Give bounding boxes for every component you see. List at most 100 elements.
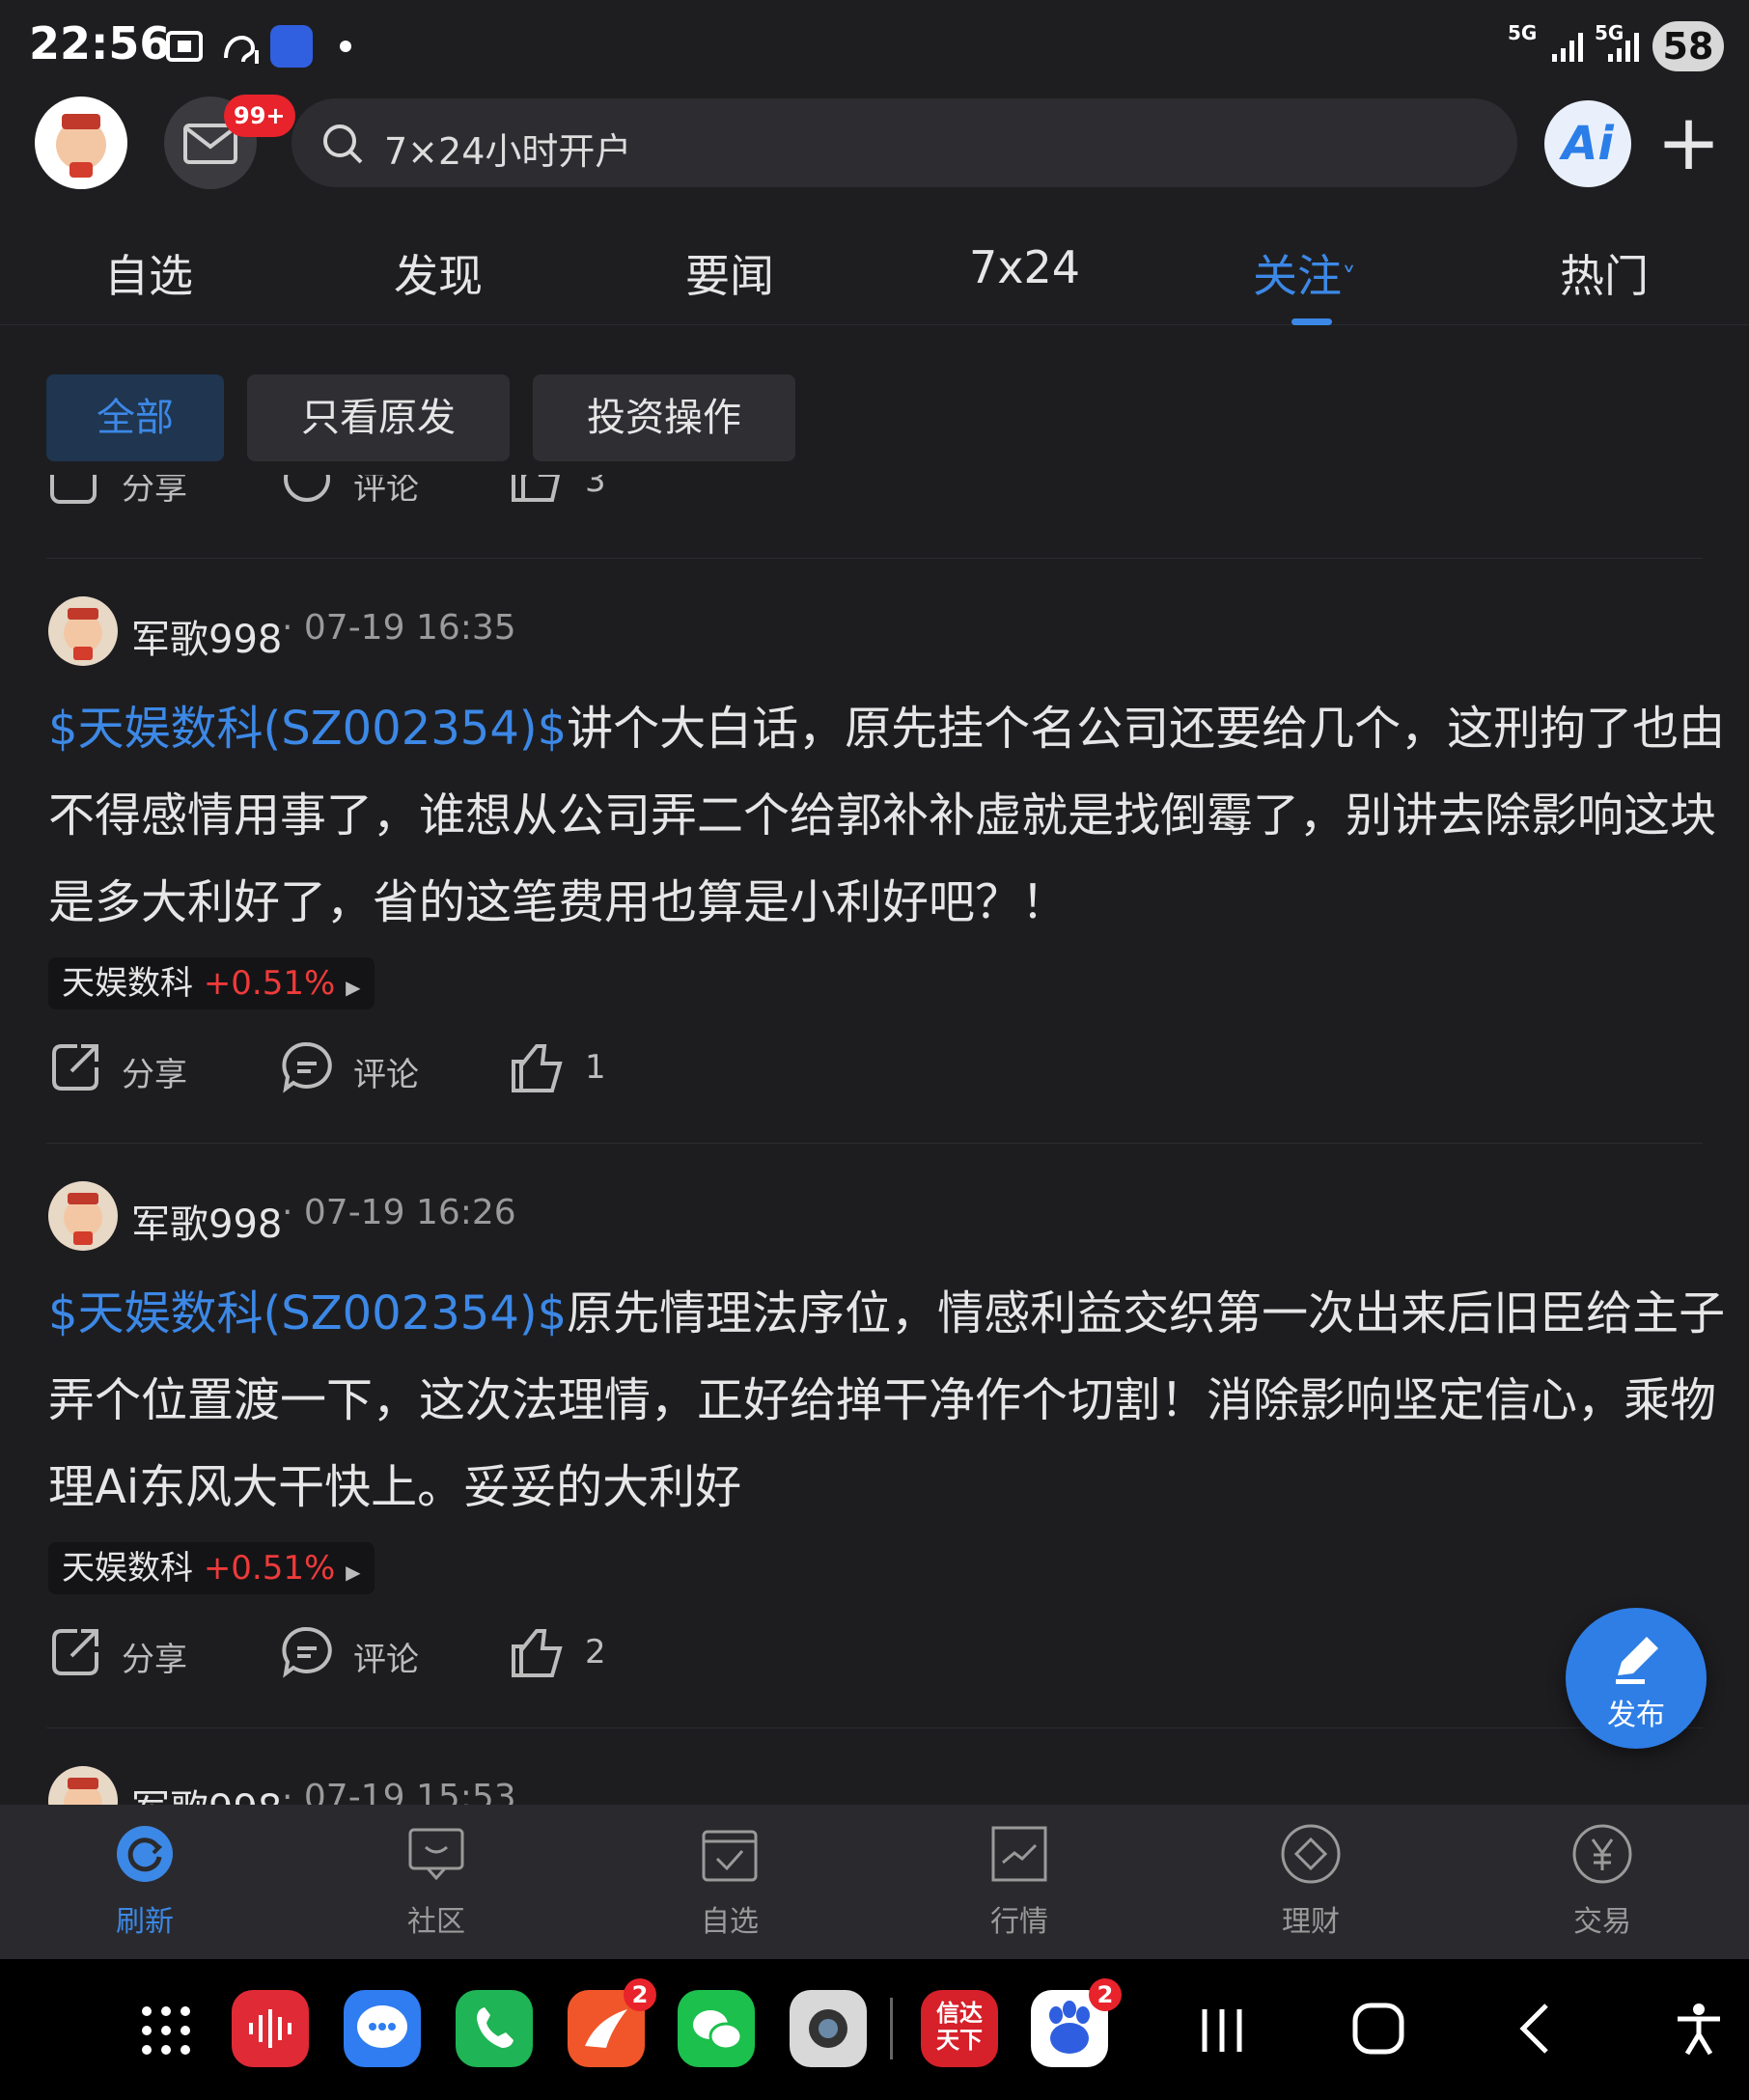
cinda-securities-app-icon[interactable]: 信达 天下 [921, 1990, 998, 2067]
refresh-icon [117, 1826, 173, 1882]
nav-trade[interactable]: 交易 [1525, 1824, 1680, 1940]
post-card[interactable]: 军歌998 · 07-19 16:26 $天娱数科(SZ002354)$原先情理… [0, 1143, 1749, 1727]
tab-following-label: 关注 [1253, 250, 1342, 302]
share-icon[interactable] [48, 1625, 102, 1679]
share-label[interactable]: 分享 [122, 1048, 187, 1095]
wechat-app-icon[interactable] [678, 1990, 755, 2067]
tab-following[interactable]: 关注˅ [1253, 241, 1356, 305]
caret-right-icon: ▶ [346, 1561, 361, 1584]
search-placeholder: 7×24小时开户 [384, 130, 632, 173]
comment-icon[interactable] [280, 1040, 334, 1094]
yen-icon [1572, 1824, 1632, 1884]
add-button[interactable]: + [1656, 104, 1721, 181]
filter-all[interactable]: 全部 [46, 374, 224, 461]
network-type-1: 5G [1508, 21, 1538, 44]
stock-tag-name: 天娱数科 [62, 1549, 193, 1588]
chat-bubble-icon [408, 1828, 464, 1881]
search-bar[interactable]: 7×24小时开户 [292, 98, 1517, 187]
like-count: 1 [585, 1048, 606, 1087]
comment-label[interactable]: 评论 [353, 1633, 419, 1680]
stock-link[interactable]: $天娱数科(SZ002354)$ [48, 1286, 567, 1340]
nav-community[interactable]: 社区 [359, 1824, 514, 1940]
tab-discover[interactable]: 发现 [394, 241, 483, 305]
comment-label[interactable]: 评论 [353, 1048, 419, 1095]
messages-badge: 99+ [224, 95, 295, 137]
post-time: · 07-19 15:53 [282, 1778, 516, 1805]
voice-recorder-app-icon[interactable] [232, 1990, 309, 2067]
nav-market-label: 行情 [990, 1905, 1048, 1939]
post-card[interactable]: 军歌998 · 07-19 16:35 $天娱数科(SZ002354)$讲个大白… [0, 558, 1749, 1143]
stock-tag[interactable]: 天娱数科 +0.51% ▶ [48, 957, 375, 1009]
author-name[interactable]: 军歌998 [131, 608, 282, 664]
messages-app-icon[interactable] [344, 1990, 421, 2067]
nav-wealth[interactable]: 理财 [1234, 1824, 1388, 1940]
ai-assistant-button[interactable]: Ai [1544, 100, 1631, 187]
hearing-icon [224, 36, 259, 64]
tab-news[interactable]: 要闻 [685, 241, 774, 305]
comment-icon[interactable] [280, 475, 332, 506]
bottom-nav [0, 1805, 1749, 1959]
nav-wealth-label: 理财 [1282, 1905, 1340, 1939]
tab-watchlist[interactable]: 自选 [104, 241, 193, 305]
filter-investment-ops[interactable]: 投资操作 [533, 374, 795, 461]
like-icon[interactable] [510, 1040, 564, 1094]
publish-button[interactable]: 发布 [1566, 1608, 1707, 1749]
chevron-down-icon: ˅ [1342, 262, 1356, 296]
battery-indicator: 58 [1652, 21, 1724, 71]
author-avatar[interactable] [48, 1181, 118, 1251]
publish-label: 发布 [1607, 1699, 1665, 1732]
like-icon[interactable] [510, 475, 564, 506]
baidu-notify-icon [270, 25, 313, 68]
recent-apps-icon[interactable] [1195, 2003, 1249, 2058]
screenshot-icon [166, 31, 203, 62]
nav-watchlist[interactable]: 自选 [652, 1824, 807, 1940]
dot-icon [340, 41, 351, 52]
nav-community-label: 社区 [407, 1905, 465, 1939]
post-body: $天娱数科(SZ002354)$原先情理法序位，情感利益交织第一次出来后旧臣给主… [48, 1270, 1728, 1531]
app-badge: 2 [624, 1978, 656, 2011]
post-body: $天娱数科(SZ002354)$讲个大白话，原先挂个名公司还要给几个，这刑拘了也… [48, 685, 1728, 946]
stock-tag[interactable]: 天娱数科 +0.51% ▶ [48, 1542, 375, 1594]
caret-right-icon: ▶ [346, 976, 361, 999]
nav-market[interactable]: 行情 [942, 1824, 1097, 1940]
author-avatar[interactable] [48, 596, 118, 666]
author-name[interactable]: 军歌998 [131, 1778, 282, 1805]
status-bar: 22:56 5G 5G 58 [0, 0, 1749, 93]
author-avatar[interactable] [48, 1766, 118, 1805]
post-card[interactable]: 军歌998 · 07-19 15:53 [0, 1727, 1749, 1805]
camera-app-icon[interactable] [790, 1990, 867, 2067]
comment-label[interactable]: 评论 [353, 475, 419, 509]
filter-original-only[interactable]: 只看原发 [247, 374, 510, 461]
user-avatar[interactable] [35, 97, 127, 189]
stock-tag-change: +0.51% [203, 1549, 336, 1588]
status-time: 22:56 [29, 17, 171, 69]
stock-link[interactable]: $天娱数科(SZ002354)$ [48, 702, 567, 756]
nav-watchlist-label: 自选 [701, 1905, 759, 1939]
comment-icon[interactable] [280, 1625, 334, 1679]
home-icon[interactable] [1349, 2000, 1407, 2058]
back-icon[interactable] [1512, 2002, 1560, 2056]
accessibility-icon[interactable] [1674, 2002, 1724, 2056]
nav-refresh[interactable]: 刷新 [68, 1824, 222, 1940]
share-label[interactable]: 分享 [122, 475, 187, 509]
author-name[interactable]: 军歌998 [131, 1193, 282, 1249]
app-drawer-icon[interactable] [139, 2003, 193, 2058]
signal-icon-1 [1552, 33, 1583, 62]
stock-tag-name: 天娱数科 [62, 964, 193, 1003]
line-chart-icon [991, 1826, 1047, 1882]
search-icon [323, 124, 363, 164]
feed-list: 分享 评论 3 军歌998 · 07-19 16:35 $天娱数科(SZ0023… [0, 475, 1749, 1805]
checklist-icon [702, 1830, 758, 1882]
like-icon[interactable] [510, 1625, 564, 1679]
signal-icon-2 [1608, 33, 1639, 62]
post-time: · 07-19 16:35 [282, 608, 516, 648]
partial-action-row: 分享 评论 3 [0, 475, 1749, 513]
tab-7x24[interactable]: 7x24 [969, 241, 1080, 293]
phone-app-icon[interactable] [456, 1990, 533, 2067]
like-count: 2 [585, 1633, 606, 1672]
avatar-icon [56, 114, 106, 178]
share-icon[interactable] [48, 1040, 102, 1094]
share-icon[interactable] [48, 475, 100, 506]
tab-hot[interactable]: 热门 [1560, 241, 1649, 305]
share-label[interactable]: 分享 [122, 1633, 187, 1680]
